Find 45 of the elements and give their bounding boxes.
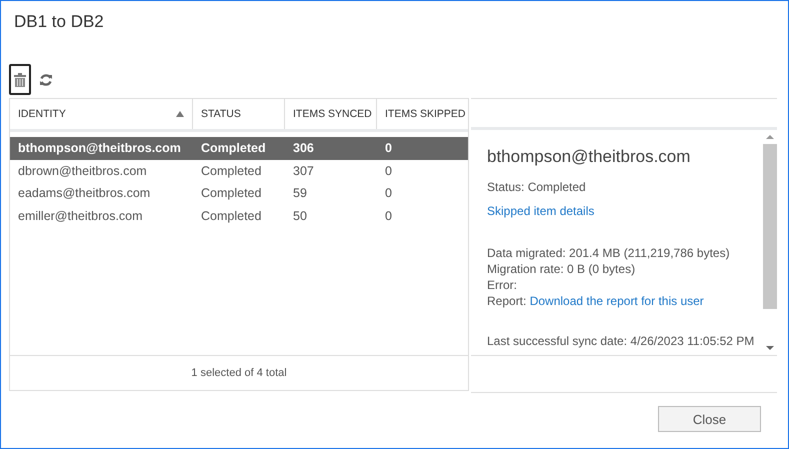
table-cell-text: 306 xyxy=(292,141,315,156)
table-cell-text: 0 xyxy=(384,141,393,156)
column-label: IDENTITY xyxy=(18,108,66,120)
table-cell-text: 0 xyxy=(384,186,393,200)
table-row[interactable]: emiller@theitbros.com Completed 50 0 xyxy=(10,204,468,227)
table-cell-text: Completed xyxy=(200,186,262,200)
selection-count: 1 selected of 4 total xyxy=(191,367,287,379)
column-label: ITEMS SYNCED xyxy=(293,108,372,120)
table-cell-text: 50 xyxy=(292,208,308,223)
table-cell-text: 307 xyxy=(292,164,315,178)
table-cell-text: Completed xyxy=(200,141,267,156)
column-header[interactable]: STATUS xyxy=(193,99,285,129)
table-cell-text: Completed xyxy=(200,208,262,223)
window-title: DB1 to DB2 xyxy=(13,11,105,33)
detail-text: Data migrated: 201.4 MB (211,219,786 bytes) xyxy=(487,246,730,260)
scroll-thumb[interactable] xyxy=(763,144,777,309)
delete-button[interactable] xyxy=(9,64,31,95)
column-label: STATUS xyxy=(201,108,241,120)
close-button[interactable]: Close xyxy=(658,406,761,432)
table-cell-text: Completed xyxy=(200,164,262,178)
detail-text: Error: xyxy=(487,278,517,292)
status-text: Status: Completed xyxy=(487,180,586,194)
table-cell-text: 0 xyxy=(384,164,393,178)
table-cell-text: 59 xyxy=(292,186,308,200)
download-report-link[interactable]: Download the report for this user xyxy=(530,294,704,308)
sort-arrow-icon xyxy=(176,111,184,117)
detail-label: Report: xyxy=(487,294,526,308)
table-row[interactable]: eadams@theitbros.com Completed 59 0 xyxy=(10,182,468,204)
last-sync-text: Last successful sync date: 4/26/2023 11:05:52 PM xyxy=(487,334,754,348)
detail-text: Migration rate: 0 B (0 bytes) xyxy=(487,262,636,276)
table-cell-text: eadams@theitbros.com xyxy=(17,186,152,200)
trash-icon xyxy=(14,72,26,86)
refresh-icon xyxy=(39,72,53,86)
detail-title: bthompson@theitbros.com xyxy=(487,147,692,167)
skipped-items-link[interactable]: Skipped item details xyxy=(487,204,594,218)
table-cell-text: 0 xyxy=(384,208,393,223)
table-row[interactable]: dbrown@theitbros.com Completed 307 0 xyxy=(10,160,468,182)
table-cell-text: dbrown@theitbros.com xyxy=(17,164,148,178)
table-row[interactable]: bthompson@theitbros.com Completed 306 0 xyxy=(10,137,468,160)
column-label: ITEMS SKIPPED xyxy=(385,108,466,120)
table-cell-text: emiller@theitbros.com xyxy=(17,208,144,223)
column-header[interactable]: ITEMS SYNCED xyxy=(285,99,377,129)
table-cell-text: bthompson@theitbros.com xyxy=(17,141,182,156)
column-header[interactable]: ITEMS SKIPPED xyxy=(377,99,474,129)
column-header[interactable]: IDENTITY xyxy=(10,99,193,129)
